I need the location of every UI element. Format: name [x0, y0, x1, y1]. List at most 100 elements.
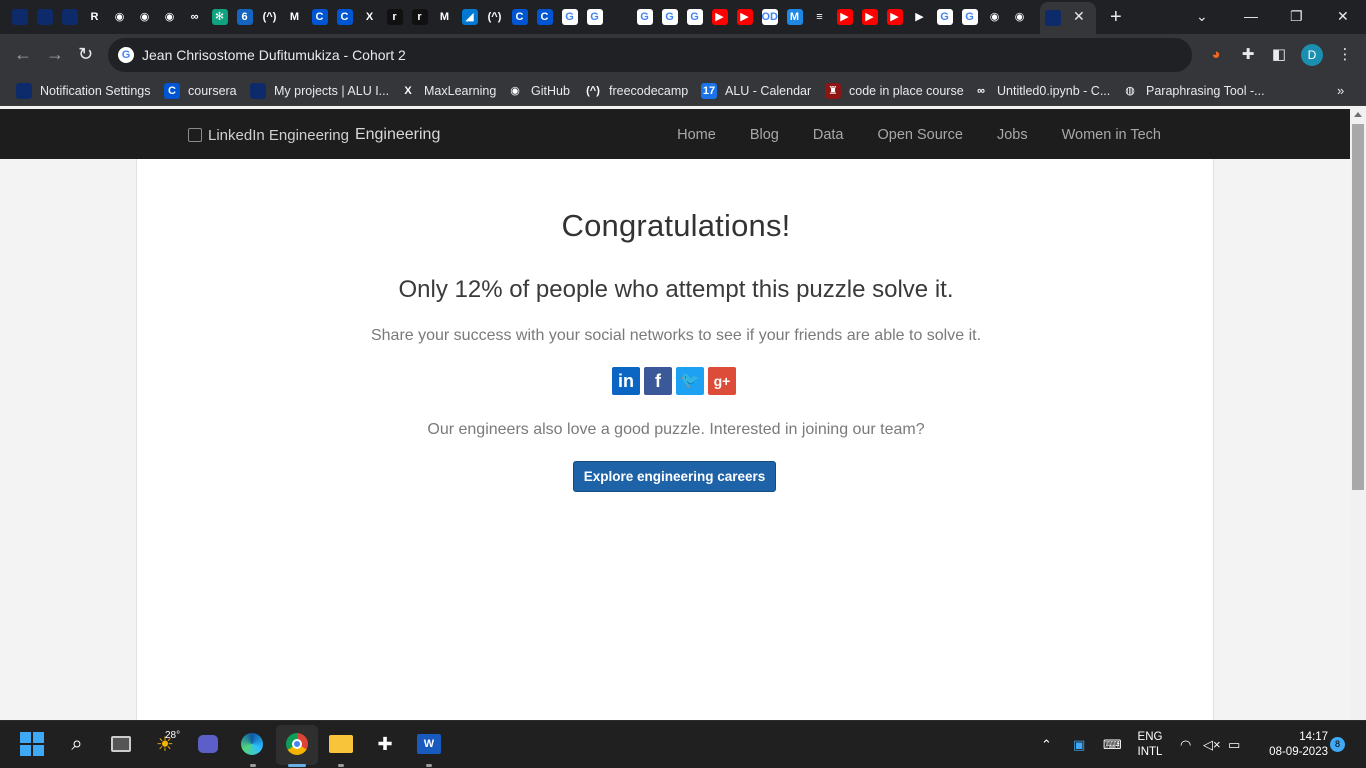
- browser-tab[interactable]: C: [508, 6, 531, 28]
- bookmark-item[interactable]: Notification Settings: [16, 82, 150, 100]
- close-window-button[interactable]: ✕: [1337, 6, 1349, 26]
- app-tray-icon[interactable]: ▣: [1073, 737, 1085, 753]
- browser-tab[interactable]: (^): [258, 6, 281, 28]
- brand-logo[interactable]: LinkedIn Engineering Engineering: [188, 126, 440, 144]
- browser-tab[interactable]: C: [533, 6, 556, 28]
- browser-tab[interactable]: ▶: [883, 6, 906, 28]
- browser-tab[interactable]: C: [333, 6, 356, 28]
- bookmark-item[interactable]: X MaxLearning: [400, 82, 496, 100]
- battery-icon[interactable]: ▭: [1228, 737, 1240, 753]
- nav-link-open-source[interactable]: Open Source: [878, 127, 963, 143]
- nav-link-data[interactable]: Data: [813, 127, 844, 143]
- browser-tab[interactable]: G: [658, 6, 681, 28]
- browser-tab[interactable]: ◉: [1008, 6, 1031, 28]
- browser-tab[interactable]: G: [583, 6, 606, 28]
- chevron-up-icon[interactable]: ⌃: [1041, 737, 1052, 753]
- active-tab[interactable]: ✕: [1040, 2, 1096, 34]
- browser-tab[interactable]: ◉: [983, 6, 1006, 28]
- close-tab-icon[interactable]: ✕: [1073, 8, 1085, 25]
- nav-link-jobs[interactable]: Jobs: [997, 127, 1028, 143]
- browser-tab[interactable]: G: [958, 6, 981, 28]
- reload-icon[interactable]: ↻: [78, 44, 93, 64]
- minimize-button[interactable]: —: [1244, 6, 1258, 26]
- browser-tab[interactable]: G: [933, 6, 956, 28]
- address-bar-text[interactable]: Jean Chrisostome Dufitumukiza - Cohort 2: [142, 47, 406, 63]
- bookmark-item[interactable]: 17 ALU - Calendar: [701, 82, 811, 100]
- browser-tab[interactable]: ≡: [808, 6, 831, 28]
- page-scrollbar[interactable]: [1350, 106, 1366, 720]
- browser-tab[interactable]: ▶: [908, 6, 931, 28]
- browser-tab[interactable]: M: [433, 6, 456, 28]
- browser-tab[interactable]: R: [83, 6, 106, 28]
- clock[interactable]: 14:17 08-09-2023: [1256, 730, 1328, 760]
- browser-tab[interactable]: ◉: [158, 6, 181, 28]
- chevron-right-icon[interactable]: »: [1337, 83, 1344, 98]
- twitter-share-icon[interactable]: 🐦: [676, 367, 704, 395]
- maximize-button[interactable]: ❐: [1290, 6, 1303, 26]
- extension-icon[interactable]: ◕: [1207, 46, 1225, 64]
- explore-careers-button[interactable]: Explore engineering careers: [573, 461, 776, 492]
- file-explorer-icon[interactable]: [328, 731, 354, 757]
- search-icon[interactable]: ⌕: [64, 731, 90, 757]
- volume-muted-icon[interactable]: ◁×: [1203, 737, 1221, 753]
- browser-tab[interactable]: (^): [483, 6, 506, 28]
- browser-tab[interactable]: ◢: [458, 6, 481, 28]
- bookmark-item[interactable]: (^) freecodecamp: [585, 82, 688, 100]
- notification-badge[interactable]: 8: [1330, 737, 1345, 752]
- bookmark-item[interactable]: ♜ code in place course: [825, 82, 964, 100]
- wifi-icon[interactable]: ◠: [1180, 737, 1191, 753]
- side-panel-icon[interactable]: ◧: [1270, 46, 1288, 64]
- browser-tab[interactable]: OD: [758, 6, 781, 28]
- tab-search-icon[interactable]: ⌄: [1196, 6, 1208, 26]
- browser-tab[interactable]: r: [408, 6, 431, 28]
- task-view-icon[interactable]: [108, 731, 134, 757]
- browser-tab[interactable]: ▶: [833, 6, 856, 28]
- bookmark-item[interactable]: Ccoursera: [164, 82, 237, 100]
- nav-link-women-in-tech[interactable]: Women in Tech: [1062, 127, 1161, 143]
- browser-tab[interactable]: ▶: [708, 6, 731, 28]
- browser-tab[interactable]: C: [308, 6, 331, 28]
- browser-tab[interactable]: X: [358, 6, 381, 28]
- edge-icon[interactable]: [239, 731, 265, 757]
- keyboard-icon[interactable]: ⌨: [1103, 737, 1122, 753]
- nav-link-blog[interactable]: Blog: [750, 127, 779, 143]
- bookmark-item[interactable]: My projects | ALU I...: [250, 82, 389, 100]
- new-tab-button[interactable]: +: [1110, 6, 1122, 28]
- facebook-share-icon[interactable]: f: [644, 367, 672, 395]
- puzzle-icon[interactable]: ✚: [1239, 46, 1257, 64]
- browser-tab[interactable]: G: [558, 6, 581, 28]
- browser-tab[interactable]: ✻: [208, 6, 231, 28]
- language-indicator[interactable]: ENG INTL: [1134, 730, 1166, 760]
- back-arrow-icon[interactable]: ←: [14, 44, 32, 64]
- browser-tab[interactable]: ▶: [858, 6, 881, 28]
- browser-tab[interactable]: 6: [233, 6, 256, 28]
- snipping-tool-icon[interactable]: ✚: [372, 731, 398, 757]
- browser-tab[interactable]: M: [783, 6, 806, 28]
- forward-arrow-icon[interactable]: →: [46, 44, 64, 64]
- browser-tab[interactable]: [608, 6, 631, 28]
- linkedin-share-icon[interactable]: in: [612, 367, 640, 395]
- browser-tab[interactable]: G: [683, 6, 706, 28]
- browser-tab[interactable]: [33, 6, 56, 28]
- browser-tab[interactable]: G: [633, 6, 656, 28]
- browser-tab[interactable]: ∞: [183, 6, 206, 28]
- teams-chat-icon[interactable]: [195, 731, 221, 757]
- bookmark-item[interactable]: ◉ GitHub: [507, 82, 570, 100]
- browser-tab[interactable]: ◉: [133, 6, 156, 28]
- browser-tab[interactable]: [58, 6, 81, 28]
- browser-tab[interactable]: ▶: [733, 6, 756, 28]
- bookmark-item[interactable]: ∞ Untitled0.ipynb - C...: [973, 82, 1110, 100]
- start-button[interactable]: [19, 731, 45, 757]
- scroll-up-arrow-icon[interactable]: [1354, 112, 1362, 117]
- chrome-icon[interactable]: [284, 731, 310, 757]
- browser-tab[interactable]: r: [383, 6, 406, 28]
- nav-link-home[interactable]: Home: [677, 127, 716, 143]
- scrollbar-thumb[interactable]: [1352, 124, 1364, 490]
- browser-tab[interactable]: M: [283, 6, 306, 28]
- profile-avatar[interactable]: D: [1301, 44, 1323, 66]
- menu-kebab-icon[interactable]: ⋮: [1336, 46, 1354, 64]
- word-icon[interactable]: W: [416, 731, 442, 757]
- google-plus-share-icon[interactable]: g+: [708, 367, 736, 395]
- browser-tab[interactable]: ◉: [108, 6, 131, 28]
- address-bar[interactable]: G Jean Chrisostome Dufitumukiza - Cohort…: [108, 38, 1192, 72]
